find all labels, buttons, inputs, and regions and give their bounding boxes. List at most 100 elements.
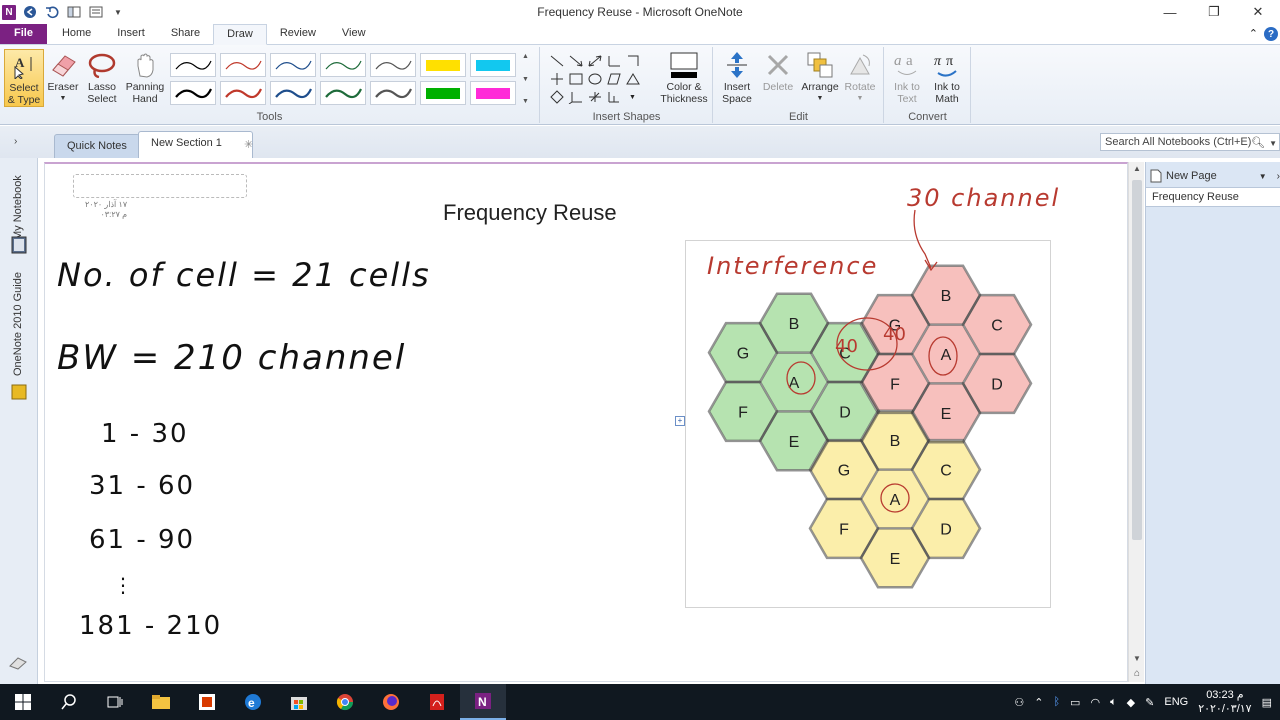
wifi-icon[interactable]: ◠: [1090, 696, 1100, 709]
unfiled-notes-icon[interactable]: [8, 654, 28, 673]
show-hidden-icons-icon[interactable]: ⌃: [1034, 696, 1043, 709]
store-icon[interactable]: [276, 684, 322, 720]
axis5-shape-icon[interactable]: [604, 88, 623, 106]
rotate-button[interactable]: Rotate ▼: [840, 49, 880, 107]
axis2-shape-icon[interactable]: [623, 52, 642, 70]
highlighter-green[interactable]: [420, 81, 466, 105]
new-page-dropdown-icon[interactable]: ▼: [1259, 172, 1267, 181]
highlighter-yellow[interactable]: [420, 53, 466, 77]
tab-home[interactable]: Home: [49, 24, 104, 44]
expand-navigation-icon[interactable]: ›: [14, 136, 17, 147]
volume-icon[interactable]: 🔈︎: [1110, 696, 1117, 709]
section-tab-quick-notes[interactable]: Quick Notes: [54, 134, 140, 158]
select-type-button[interactable]: A Select & Type: [4, 49, 44, 107]
chrome-icon[interactable]: [322, 684, 368, 720]
line-shape-icon[interactable]: [547, 52, 566, 70]
help-icon[interactable]: ?: [1264, 27, 1278, 41]
minimize-ribbon-icon[interactable]: ⌃: [1249, 27, 1258, 41]
arrow-shape-icon[interactable]: [566, 52, 585, 70]
pen-red-thick[interactable]: [220, 81, 266, 105]
ink-to-text-button[interactable]: aa Ink to Text: [887, 49, 927, 107]
minimize-button[interactable]: —: [1148, 0, 1192, 24]
eraser-button[interactable]: Eraser ▼: [43, 49, 83, 107]
input-language[interactable]: ENG: [1164, 696, 1188, 708]
panning-hand-button[interactable]: Panning Hand: [124, 49, 166, 107]
axis4-shape-icon[interactable]: [585, 88, 604, 106]
scroll-thumb[interactable]: [1132, 180, 1142, 540]
battery-icon[interactable]: ▭: [1070, 696, 1080, 709]
clock[interactable]: 03:23 م ٢٠٢٠/٠٣/١٧: [1198, 688, 1251, 716]
pen-gallery-scroll[interactable]: ▲ ▼ ▼: [522, 53, 532, 105]
note-page[interactable]: ١٧ آذار ٢٠٢٠ م ٠٣:٢٧ Frequency Reuse B G A…: [44, 162, 1128, 682]
dropbox-icon[interactable]: ◆: [1127, 696, 1135, 709]
page-vertical-scrollbar[interactable]: ▲ ▼ ⌂: [1128, 162, 1144, 682]
arrange-button[interactable]: Arrange ▼: [798, 49, 842, 107]
delete-button[interactable]: Delete: [758, 49, 798, 107]
highlighter-magenta[interactable]: [470, 81, 516, 105]
ellipse-shape-icon[interactable]: [585, 70, 604, 88]
axis-xy-shape-icon[interactable]: [547, 70, 566, 88]
pen-blue-thin[interactable]: [270, 53, 316, 77]
section-tab-new-section-1[interactable]: New Section 1: [138, 131, 253, 158]
task-view-icon[interactable]: [92, 684, 138, 720]
pen-gray-thin[interactable]: [370, 53, 416, 77]
highlighter-cyan[interactable]: [470, 53, 516, 77]
double-arrow-shape-icon[interactable]: [585, 52, 604, 70]
collapse-page-tabs-icon[interactable]: ›: [1277, 171, 1280, 182]
pen-black-thin[interactable]: [170, 53, 216, 77]
axis3-shape-icon[interactable]: [566, 88, 585, 106]
scroll-pin-icon[interactable]: ⌂: [1129, 668, 1145, 679]
pen-green-thin[interactable]: [320, 53, 366, 77]
search-notebooks-input[interactable]: Search All Notebooks (Ctrl+E) 🔍︎ ▼: [1100, 133, 1280, 151]
lasso-select-button[interactable]: Lasso Select: [82, 49, 122, 107]
undo-icon[interactable]: [44, 4, 60, 20]
triangle-shape-icon[interactable]: [623, 70, 642, 88]
dock-to-desktop-icon[interactable]: [66, 4, 82, 20]
axis-shape-icon[interactable]: [604, 52, 623, 70]
tab-share[interactable]: Share: [158, 24, 213, 44]
note-container-handle-icon[interactable]: +: [675, 416, 685, 426]
color-thickness-button[interactable]: Color & Thickness: [659, 49, 709, 107]
pen-workspace-icon[interactable]: ✎: [1145, 696, 1154, 709]
pen-red-thin[interactable]: [220, 53, 266, 77]
people-icon[interactable]: ⚇: [1014, 696, 1024, 709]
tab-view[interactable]: View: [329, 24, 379, 44]
full-page-view-icon[interactable]: [88, 4, 104, 20]
restore-button[interactable]: ❐: [1192, 0, 1236, 24]
parallelogram-shape-icon[interactable]: [604, 70, 623, 88]
pen-black-thick[interactable]: [170, 81, 216, 105]
new-page-button[interactable]: New Page ▼ ›: [1150, 166, 1280, 186]
firefox-icon[interactable]: [368, 684, 414, 720]
insert-space-button[interactable]: Insert Space: [717, 49, 757, 107]
notebook-my-notebook[interactable]: My Notebook: [12, 164, 24, 240]
back-icon[interactable]: [22, 4, 38, 20]
pdf-reader-icon[interactable]: [414, 684, 460, 720]
shapes-more-icon[interactable]: ▼: [623, 88, 642, 106]
guide-notebook-icon[interactable]: [11, 384, 27, 403]
notebook-icon[interactable]: [10, 236, 28, 257]
diamond-shape-icon[interactable]: [547, 88, 566, 106]
office-icon[interactable]: [184, 684, 230, 720]
tab-insert[interactable]: Insert: [104, 24, 158, 44]
search-scope-dropdown-icon[interactable]: ▼: [1269, 136, 1277, 152]
notifications-icon[interactable]: ▤: [1262, 696, 1272, 709]
start-icon[interactable]: [0, 684, 46, 720]
scroll-down-icon[interactable]: ▼: [1129, 654, 1145, 663]
notebook-onenote-guide[interactable]: OneNote 2010 Guide: [12, 268, 24, 376]
hexagon-diagram-image[interactable]: B G A D F E C B G C A F D E B G C A F D E: [685, 240, 1051, 608]
pen-blue-thick[interactable]: [270, 81, 316, 105]
onenote-taskbar-icon[interactable]: N: [460, 684, 506, 720]
rectangle-shape-icon[interactable]: [566, 70, 585, 88]
ink-to-math-button[interactable]: ππ Ink to Math: [927, 49, 967, 107]
bluetooth-icon[interactable]: ᛒ: [1053, 696, 1060, 708]
add-section-icon[interactable]: ✳: [244, 138, 253, 151]
pen-green-thick[interactable]: [320, 81, 366, 105]
tab-draw[interactable]: Draw: [213, 24, 267, 45]
search-icon[interactable]: 🔍︎: [1251, 135, 1265, 151]
close-button[interactable]: ✕: [1236, 0, 1280, 24]
file-explorer-icon[interactable]: [138, 684, 184, 720]
tab-file[interactable]: File: [0, 24, 47, 44]
scroll-up-icon[interactable]: ▲: [1129, 164, 1145, 173]
pen-gray-thick[interactable]: [370, 81, 416, 105]
customize-qat-icon[interactable]: ▼: [110, 4, 126, 20]
